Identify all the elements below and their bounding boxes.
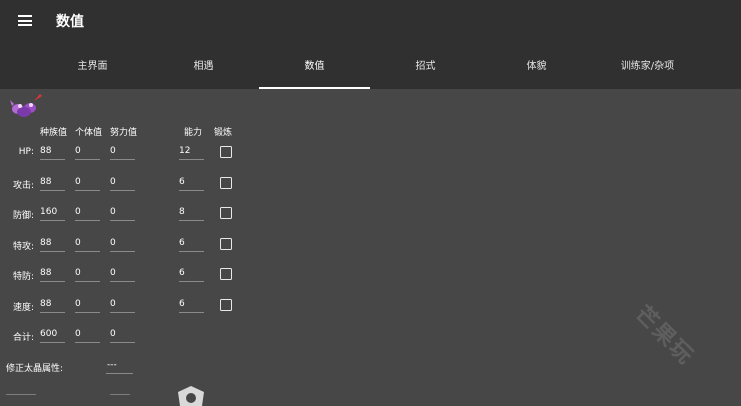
- partial-row-divider: [6, 394, 36, 395]
- header-stat: 能力: [184, 128, 203, 138]
- hypertrain-hp-checkbox[interactable]: [220, 146, 232, 158]
- hypertrain-atk-checkbox[interactable]: [220, 177, 232, 189]
- tera-type-label: 修正太晶属性:: [6, 364, 64, 374]
- ev-total-value: 0: [110, 328, 135, 343]
- iv-atk-field[interactable]: 0: [75, 176, 100, 191]
- header-hypertrain: 锻炼: [214, 128, 233, 138]
- iv-total-value: 0: [75, 328, 100, 343]
- tera-type-icon: [178, 386, 204, 406]
- base-total-value: 600: [40, 328, 65, 343]
- stat-spe-value: 6: [179, 298, 204, 313]
- iv-spe-field[interactable]: 0: [75, 298, 100, 313]
- stat-hp-value: 12: [179, 145, 204, 160]
- tab-main[interactable]: 主界面: [37, 44, 148, 89]
- stat-spd-value: 6: [179, 267, 204, 282]
- tab-moves[interactable]: 招式: [370, 44, 481, 89]
- row-label-spa: 特攻:: [12, 242, 34, 252]
- row-label-atk: 攻击:: [12, 181, 34, 191]
- ev-spa-field[interactable]: 0: [110, 237, 135, 252]
- row-label-spd: 特防:: [12, 272, 34, 282]
- iv-spa-field[interactable]: 0: [75, 237, 100, 252]
- row-label-spe: 速度:: [12, 303, 34, 313]
- base-def-field[interactable]: 160: [40, 206, 65, 221]
- pokemon-sprite-icon: [10, 94, 42, 117]
- row-label-def: 防御:: [12, 211, 34, 221]
- tera-type-select[interactable]: ---: [106, 359, 133, 374]
- partial-row-divider: [110, 394, 130, 395]
- stat-atk-value: 6: [179, 176, 204, 191]
- ev-hp-field[interactable]: 0: [110, 145, 135, 160]
- header-base: 种族值: [40, 128, 68, 138]
- iv-spd-field[interactable]: 0: [75, 267, 100, 282]
- header-iv: 个体值: [75, 128, 103, 138]
- tab-bar: 主界面 相遇 数值 招式 体貌 训练家/杂项: [0, 44, 741, 89]
- base-spd-field[interactable]: 88: [40, 267, 65, 282]
- base-spa-field[interactable]: 88: [40, 237, 65, 252]
- ev-spe-field[interactable]: 0: [110, 298, 135, 313]
- stat-spa-value: 6: [179, 237, 204, 252]
- hypertrain-spd-checkbox[interactable]: [220, 268, 232, 280]
- iv-hp-field[interactable]: 0: [75, 145, 100, 160]
- watermark: 芒果玩: [629, 301, 699, 371]
- base-spe-field[interactable]: 88: [40, 298, 65, 313]
- stat-def-value: 8: [179, 206, 204, 221]
- row-label-total: 合计:: [12, 333, 34, 343]
- tab-stats[interactable]: 数值: [259, 44, 370, 89]
- header-ev: 努力值: [110, 128, 138, 138]
- iv-def-field[interactable]: 0: [75, 206, 100, 221]
- hypertrain-def-checkbox[interactable]: [220, 207, 232, 219]
- ev-def-field[interactable]: 0: [110, 206, 135, 221]
- row-label-hp: HP:: [18, 147, 34, 157]
- tab-trainer-misc[interactable]: 训练家/杂项: [592, 44, 703, 89]
- hypertrain-spa-checkbox[interactable]: [220, 238, 232, 250]
- ev-spd-field[interactable]: 0: [110, 267, 135, 282]
- tab-encounter[interactable]: 相遇: [148, 44, 259, 89]
- tab-appearance[interactable]: 体貌: [481, 44, 592, 89]
- hypertrain-spe-checkbox[interactable]: [220, 299, 232, 311]
- base-atk-field[interactable]: 88: [40, 176, 65, 191]
- menu-icon[interactable]: [18, 15, 32, 26]
- base-hp-field[interactable]: 88: [40, 145, 65, 160]
- ev-atk-field[interactable]: 0: [110, 176, 135, 191]
- app-bar: 数值: [0, 0, 741, 44]
- page-title: 数值: [56, 14, 84, 30]
